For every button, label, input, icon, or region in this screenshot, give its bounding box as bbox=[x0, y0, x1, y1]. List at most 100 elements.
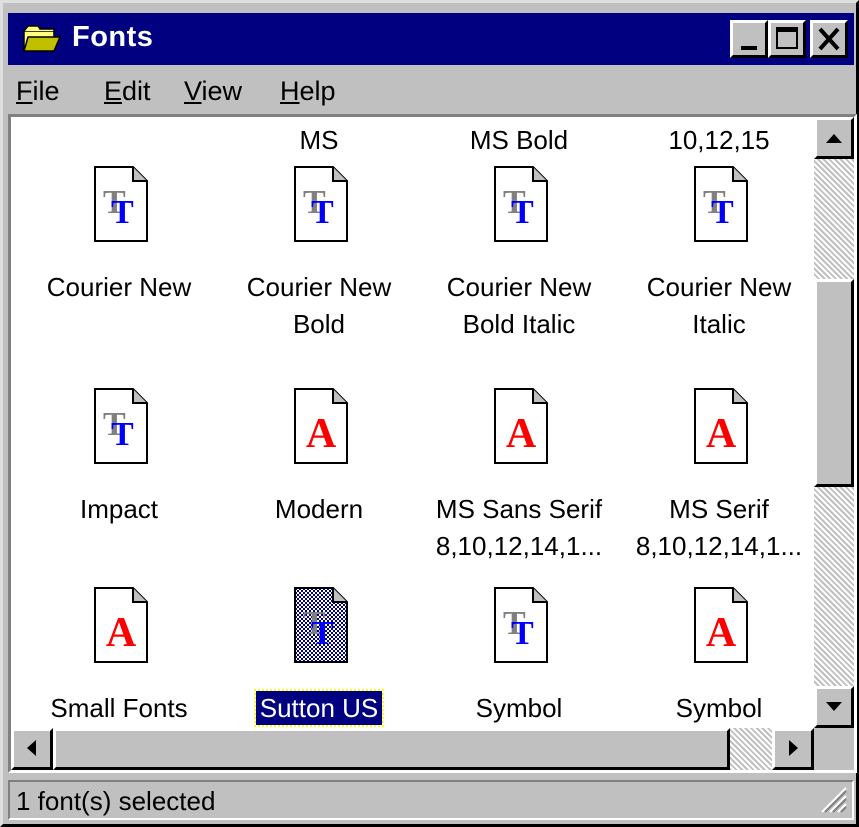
scroll-down-button[interactable] bbox=[814, 686, 854, 728]
truetype-font-icon: TT bbox=[94, 388, 148, 464]
font-name: Courier New bbox=[646, 272, 792, 302]
svg-text:T: T bbox=[511, 194, 534, 231]
partial-item-label[interactable]: MS bbox=[219, 125, 419, 156]
font-item[interactable]: T T Symbol bbox=[419, 586, 619, 728]
svg-text:T: T bbox=[711, 194, 734, 231]
font-name: Symbol bbox=[475, 693, 563, 723]
font-name: Courier New bbox=[446, 272, 592, 302]
svg-text:T: T bbox=[511, 615, 534, 652]
arrow-up-icon bbox=[826, 134, 842, 143]
partial-item-label[interactable]: 10,12,15 bbox=[619, 125, 814, 156]
font-item-label: Symbol bbox=[619, 690, 814, 727]
font-item-label: MS Sans Serif 8,10,12,14,1... bbox=[419, 491, 619, 565]
horizontal-scroll-thumb[interactable] bbox=[53, 728, 730, 770]
fonts-view[interactable]: MS MS Bold 10,12,15 T T Courier New T T Couri… bbox=[11, 117, 814, 728]
menu-file[interactable]: File bbox=[16, 76, 60, 107]
font-item[interactable]: A Small Fonts bbox=[19, 586, 219, 728]
title-bar[interactable]: Fonts bbox=[8, 13, 854, 65]
raster-font-icon: A bbox=[494, 388, 548, 464]
font-item-label: Courier New Italic bbox=[619, 269, 814, 343]
svg-text:T: T bbox=[111, 416, 134, 453]
svg-text:T: T bbox=[311, 194, 334, 231]
svg-text:A: A bbox=[706, 411, 737, 457]
svg-text:T: T bbox=[111, 194, 134, 231]
font-detail: 8,10,12,14,1... bbox=[435, 531, 603, 561]
menu-help[interactable]: Help bbox=[280, 76, 336, 107]
font-name: Symbol bbox=[675, 693, 763, 723]
svg-text:A: A bbox=[106, 610, 137, 656]
font-name: MS Serif bbox=[669, 494, 769, 524]
font-name: Sutton US bbox=[253, 689, 385, 727]
scroll-up-button[interactable] bbox=[814, 117, 854, 159]
raster-font-icon: A bbox=[694, 587, 748, 663]
window-title: Fonts bbox=[72, 21, 154, 53]
truetype-font-icon: TT bbox=[294, 166, 348, 242]
minimize-button[interactable] bbox=[730, 20, 768, 58]
svg-text:A: A bbox=[506, 411, 537, 457]
maximize-icon bbox=[776, 27, 798, 49]
font-detail: Bold Italic bbox=[462, 309, 576, 339]
svg-text:T: T bbox=[311, 615, 334, 652]
close-button[interactable] bbox=[810, 20, 848, 58]
truetype-font-icon: TT bbox=[494, 166, 548, 242]
vertical-scrollbar[interactable] bbox=[814, 117, 854, 728]
font-name: Impact bbox=[79, 494, 159, 524]
font-name: MS Sans Serif bbox=[435, 494, 603, 524]
raster-font-icon: A bbox=[94, 587, 148, 663]
svg-text:A: A bbox=[706, 610, 737, 656]
font-item[interactable]: T T Courier New bbox=[19, 165, 219, 345]
truetype-font-icon: TT bbox=[294, 587, 348, 663]
font-item[interactable]: T T Courier New Bold Italic bbox=[419, 165, 619, 345]
font-name: Modern bbox=[274, 494, 364, 524]
scroll-right-button[interactable] bbox=[772, 728, 814, 770]
status-bar: 1 font(s) selected bbox=[8, 776, 854, 822]
font-item-label: Courier New Bold bbox=[219, 269, 419, 343]
minimize-icon bbox=[741, 46, 757, 50]
arrow-right-icon bbox=[789, 740, 798, 756]
menu-view[interactable]: View bbox=[184, 76, 242, 107]
font-detail: 8,10,12,14,1... bbox=[635, 531, 803, 561]
arrow-down-icon bbox=[826, 702, 842, 711]
close-icon bbox=[818, 27, 840, 51]
status-text: 1 font(s) selected bbox=[16, 786, 216, 816]
font-item-label: MS Serif 8,10,12,14,1... bbox=[619, 491, 814, 565]
scroll-left-button[interactable] bbox=[11, 728, 53, 770]
folder-icon bbox=[23, 25, 62, 52]
font-item[interactable]: A Modern bbox=[219, 387, 419, 567]
font-item[interactable]: A MS Sans Serif 8,10,12,14,1... bbox=[419, 387, 619, 567]
font-name: Courier New bbox=[46, 272, 192, 302]
font-item-label: Courier New bbox=[19, 269, 219, 306]
menu-edit[interactable]: Edit bbox=[104, 76, 151, 107]
partial-item-label[interactable]: MS Bold bbox=[419, 125, 619, 156]
scrollbar-corner bbox=[814, 728, 854, 770]
truetype-font-icon: TT bbox=[694, 166, 748, 242]
raster-font-icon: A bbox=[694, 388, 748, 464]
font-item[interactable]: A Symbol bbox=[619, 586, 814, 728]
font-item-label: Courier New Bold Italic bbox=[419, 269, 619, 343]
font-item-label: Impact bbox=[19, 491, 219, 528]
font-name: Small Fonts bbox=[50, 693, 188, 723]
maximize-button[interactable] bbox=[768, 20, 806, 58]
menu-bar: File Edit View Help bbox=[8, 70, 854, 116]
font-detail: Italic bbox=[692, 309, 746, 339]
font-item-label: Sutton US bbox=[219, 689, 419, 727]
svg-text:A: A bbox=[306, 411, 337, 457]
truetype-font-icon: TT bbox=[494, 587, 548, 663]
resize-grip-icon[interactable] bbox=[816, 782, 848, 814]
raster-font-icon: A bbox=[294, 388, 348, 464]
vertical-scroll-thumb[interactable] bbox=[814, 279, 854, 487]
font-item-label: Modern bbox=[219, 491, 419, 528]
font-item[interactable]: T T Courier New Italic bbox=[619, 165, 814, 345]
horizontal-scrollbar[interactable] bbox=[11, 728, 814, 770]
font-item[interactable]: T T Impact bbox=[19, 387, 219, 567]
font-detail: Bold bbox=[292, 309, 346, 339]
font-item[interactable]: A MS Serif 8,10,12,14,1... bbox=[619, 387, 814, 567]
truetype-font-icon: TT bbox=[94, 166, 148, 242]
font-item-label: Small Fonts bbox=[19, 690, 219, 727]
status-field: 1 font(s) selected bbox=[8, 780, 854, 820]
font-item-label: Symbol bbox=[419, 690, 619, 727]
font-item[interactable]: T T Sutton US bbox=[219, 586, 419, 728]
font-item[interactable]: T T Courier New Bold bbox=[219, 165, 419, 345]
font-name: Courier New bbox=[246, 272, 392, 302]
arrow-left-icon bbox=[27, 740, 36, 756]
